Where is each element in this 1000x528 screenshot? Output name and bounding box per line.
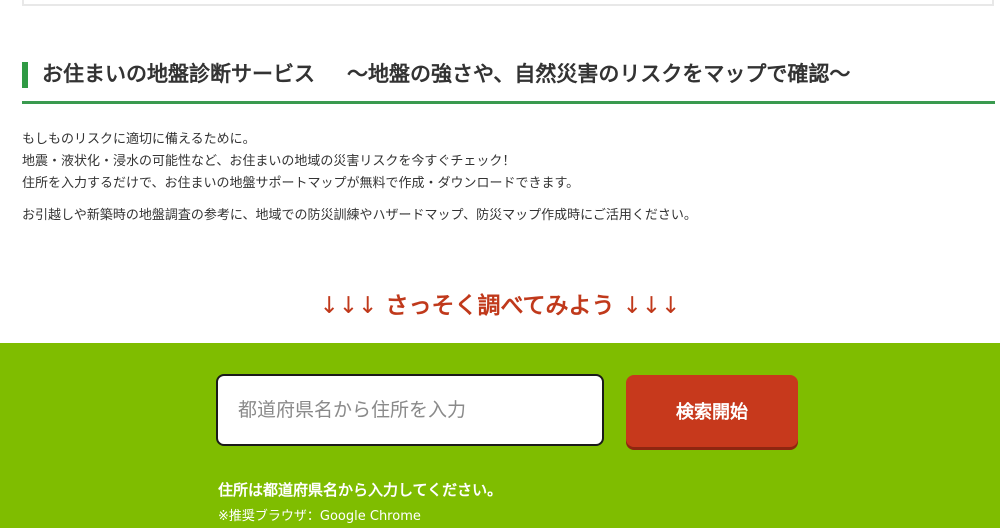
search-section: 検索開始 住所は都道府県名から入力してください。 ※推奨ブラウザ：Google … bbox=[0, 343, 1000, 528]
previous-section-box bbox=[22, 0, 994, 6]
section-heading: お住まいの地盤診断サービス ～地盤の強さや、自然災害のリスクをマップで確認～ bbox=[22, 56, 995, 104]
intro-text: もしものリスクに適切に備えるために。 地震・液状化・浸水の可能性など、お住まいの… bbox=[22, 129, 697, 227]
intro-line-3: 住所を入力するだけで、お住まいの地盤サポートマップが無料で作成・ダウンロードでき… bbox=[22, 176, 580, 191]
search-start-button[interactable]: 検索開始 bbox=[626, 375, 798, 447]
address-input[interactable] bbox=[216, 374, 604, 446]
intro-line-1: もしものリスクに適切に備えるために。 bbox=[22, 132, 256, 147]
down-arrows-right-icon: ↓↓↓ bbox=[622, 293, 681, 319]
cta-text: さっそく調べてみよう bbox=[385, 293, 615, 319]
intro-line-2: 地震・液状化・浸水の可能性など、お住まいの地域の災害リスクを今すぐチェック！ bbox=[22, 154, 516, 169]
heading-subtitle: ～地盤の強さや、自然災害のリスクをマップで確認～ bbox=[347, 62, 851, 86]
call-to-action: ↓↓↓ さっそく調べてみよう ↓↓↓ bbox=[0, 286, 1000, 320]
heading-title-text: お住まいの地盤診断サービス bbox=[42, 62, 315, 86]
page-title: お住まいの地盤診断サービス ～地盤の強さや、自然災害のリスクをマップで確認～ bbox=[42, 58, 850, 88]
heading-accent-bar bbox=[22, 62, 28, 88]
intro-line-4: お引越しや新築時の地盤調査の参考に、地域での防災訓練やハザードマップ、防災マップ… bbox=[22, 208, 697, 223]
recommended-browser-note: ※推奨ブラウザ：Google Chrome bbox=[218, 509, 421, 524]
down-arrows-left-icon: ↓↓↓ bbox=[319, 293, 378, 319]
input-instruction: 住所は都道府県名から入力してください。 bbox=[218, 481, 503, 499]
